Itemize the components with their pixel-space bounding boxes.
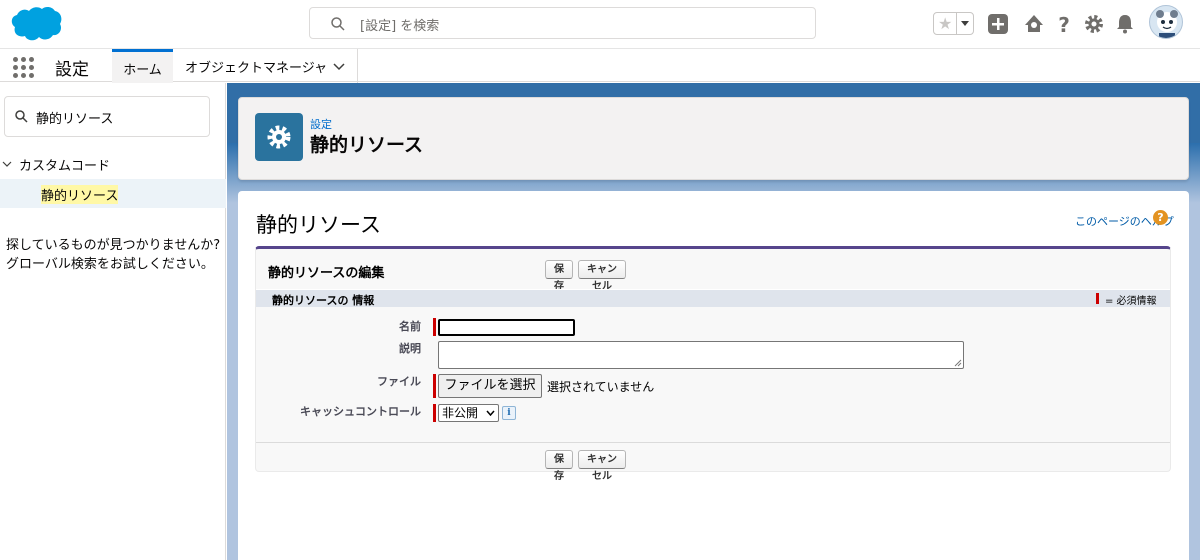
setup-sidebar: 静的リソース カスタムコード 静的リソース 探しているものが見つかりませんか? … bbox=[0, 83, 226, 560]
info-icon[interactable]: i bbox=[502, 406, 516, 420]
tree-item-label: 静的リソース bbox=[41, 185, 119, 204]
description-label: 説明 bbox=[399, 342, 421, 355]
page-header: 設定 静的リソース bbox=[238, 97, 1189, 180]
page-title: 静的リソース bbox=[310, 134, 424, 156]
search-placeholder: [設定] を検索 bbox=[360, 19, 440, 34]
user-avatar[interactable] bbox=[1149, 5, 1183, 39]
cache-control-value: 非公開 bbox=[442, 406, 479, 420]
file-label: ファイル bbox=[377, 375, 421, 388]
help-question-icon[interactable]: ? bbox=[1153, 210, 1168, 225]
required-indicator bbox=[433, 404, 436, 422]
edit-page-block: 静的リソースの編集 保存 キャンセル 静的リソースの 情報 = 必須情報 名前 … bbox=[255, 246, 1171, 482]
tab-home[interactable]: ホーム bbox=[112, 49, 173, 83]
required-indicator bbox=[433, 374, 436, 398]
required-legend: = 必須情報 bbox=[1105, 296, 1157, 307]
svg-text:?: ? bbox=[1058, 13, 1070, 35]
file-status: 選択されていません bbox=[547, 380, 655, 394]
cache-control-label: キャッシュコントロール bbox=[300, 405, 421, 418]
tree-node-label: カスタムコード bbox=[19, 159, 111, 174]
content-title: 静的リソース bbox=[256, 213, 381, 237]
search-icon bbox=[15, 110, 28, 123]
chevron-down-icon bbox=[486, 410, 495, 416]
tree-node-custom-code[interactable]: カスタムコード bbox=[0, 153, 226, 175]
favorites-button[interactable]: ★ bbox=[933, 12, 974, 35]
cancel-button-bottom[interactable]: キャンセル bbox=[578, 450, 626, 482]
name-input[interactable] bbox=[438, 319, 575, 336]
name-label: 名前 bbox=[399, 320, 421, 333]
favorites-list-caret-icon[interactable] bbox=[956, 13, 973, 34]
help-icon[interactable]: ? bbox=[1053, 13, 1075, 35]
section-header: 静的リソースの 情報 = 必須情報 bbox=[256, 289, 1170, 307]
salesforce-logo[interactable] bbox=[6, 5, 62, 43]
astro-avatar-icon bbox=[1156, 10, 1178, 38]
content-card: 静的リソース このページのヘルプ ? 静的リソースの編集 保存 キャンセル 静的… bbox=[238, 191, 1189, 560]
save-button[interactable]: 保存 bbox=[545, 260, 573, 292]
resize-handle-icon[interactable] bbox=[954, 359, 962, 367]
sidebar-help-text: 探しているものが見つかりませんか? グローバル検索をお試しください。 bbox=[6, 238, 221, 272]
required-indicator bbox=[433, 318, 436, 336]
required-indicator bbox=[1096, 293, 1099, 304]
section-title: 静的リソースの 情報 bbox=[272, 294, 375, 307]
setup-gear-icon bbox=[255, 113, 303, 161]
tab-object-manager[interactable]: オブジェクトマネージャ bbox=[173, 49, 358, 83]
choose-file-button[interactable]: ファイルを選択 bbox=[438, 374, 542, 398]
notifications-bell-icon[interactable] bbox=[1114, 13, 1136, 35]
global-header: [設定] を検索 ★ ? bbox=[0, 0, 1200, 48]
quick-find-input[interactable]: 静的リソース bbox=[4, 96, 210, 137]
app-name: 設定 bbox=[55, 60, 89, 80]
global-actions-icon[interactable] bbox=[987, 13, 1009, 35]
cache-control-select[interactable]: 非公開 bbox=[438, 404, 499, 422]
description-textarea[interactable] bbox=[438, 341, 964, 369]
quick-find-value: 静的リソース bbox=[36, 112, 114, 127]
save-button-bottom[interactable]: 保存 bbox=[545, 450, 573, 482]
context-bar: 設定 ホーム オブジェクトマネージャ bbox=[0, 48, 1200, 83]
star-icon: ★ bbox=[938, 14, 953, 33]
chevron-down-icon[interactable] bbox=[2, 159, 12, 169]
global-search[interactable]: [設定] を検索 bbox=[309, 7, 816, 39]
tab-object-manager-label: オブジェクトマネージャ bbox=[185, 61, 328, 76]
search-icon bbox=[331, 17, 345, 31]
tree-item-static-resources[interactable]: 静的リソース bbox=[0, 179, 226, 208]
cancel-button[interactable]: キャンセル bbox=[578, 260, 626, 292]
setup-gear-icon[interactable] bbox=[1083, 13, 1105, 35]
page-block-title: 静的リソースの編集 bbox=[268, 266, 385, 281]
chevron-down-icon[interactable] bbox=[333, 61, 345, 73]
app-launcher-icon[interactable] bbox=[13, 57, 34, 78]
page-block-footer: 保存 キャンセル bbox=[256, 442, 1170, 482]
trailhead-guidance-icon[interactable] bbox=[1023, 13, 1045, 35]
